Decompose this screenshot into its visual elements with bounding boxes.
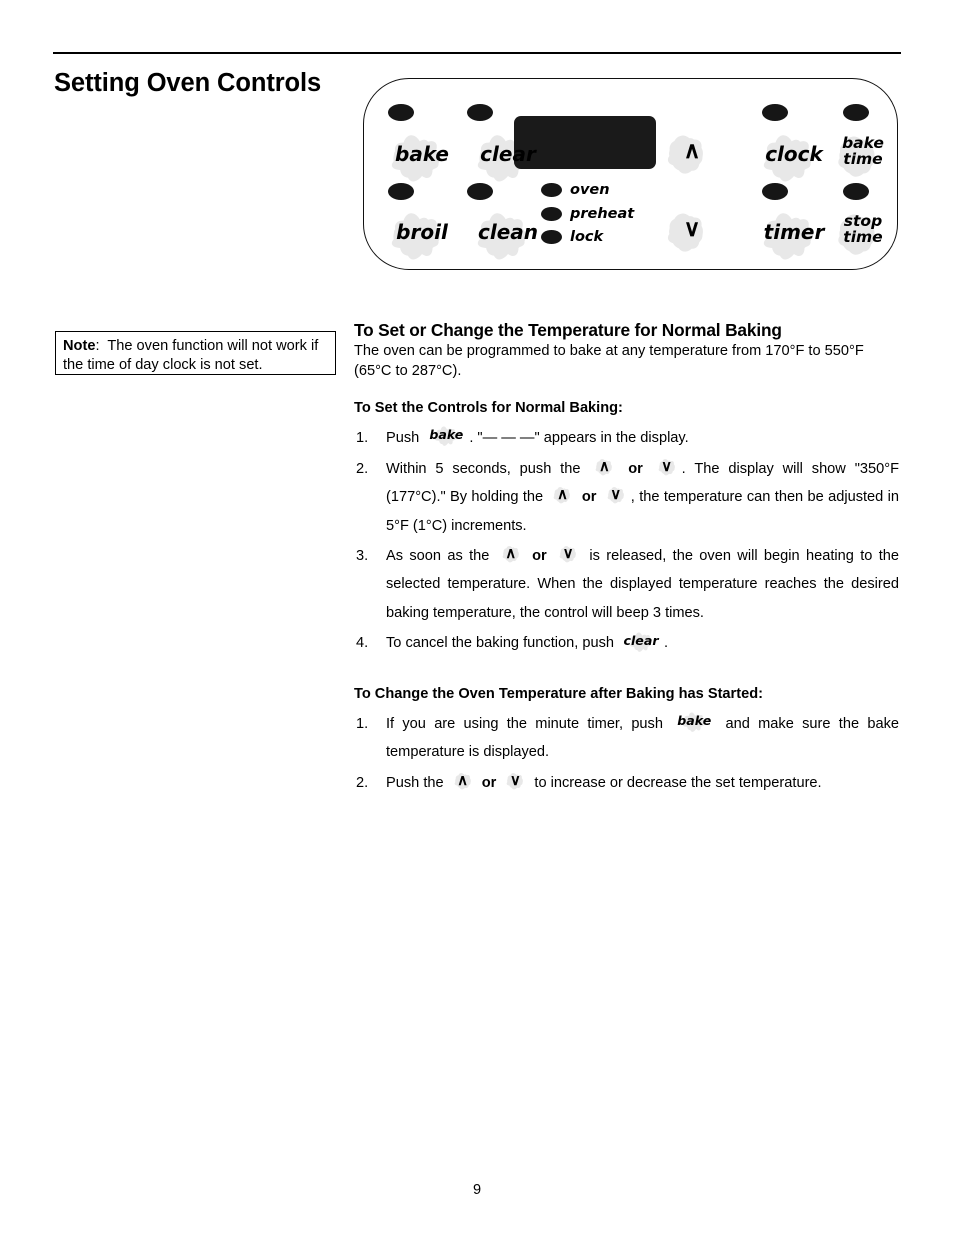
panel-key-bake-time[interactable]: bake time — [827, 121, 899, 183]
panel-key-label-broil: broil — [396, 220, 448, 244]
note-label: Note — [63, 338, 96, 354]
inline-key-down[interactable]: ∨ — [553, 546, 583, 566]
section-title: To Set or Change the Temperature for Nor… — [354, 320, 782, 340]
procedure-1-heading: To Set the Controls for Normal Baking: — [354, 400, 623, 417]
page-title: Setting Oven Controls — [54, 69, 322, 97]
indicator-label-lock: lock — [570, 229, 604, 245]
step-item: 3. As soon as the ∧ or ∨ is released, the… — [354, 542, 899, 627]
chevron-up-icon: ∧ — [683, 136, 701, 163]
step-text: Push the ∧ or ∨ to increase or decrease … — [386, 769, 899, 797]
step-item: 1. If you are using the minute timer, pus… — [354, 710, 899, 767]
inline-key-clear[interactable]: clear — [618, 631, 664, 654]
step-number: 2. — [356, 774, 369, 791]
indicator-preheat: preheat — [541, 207, 634, 222]
inline-key-bake[interactable]: bake — [423, 426, 469, 448]
inline-key-down[interactable]: ∨ — [601, 487, 631, 507]
step-item: 2. Push the ∧ or ∨ to increase or decreas… — [354, 769, 899, 797]
chevron-up-icon: ∧ — [505, 545, 517, 563]
step-number: 4. — [356, 635, 369, 652]
panel-key-label-stop-time: stop time — [843, 212, 883, 246]
step-item: 2. Within 5 seconds, push the ∧ or ∨. The… — [354, 455, 899, 540]
step-text-emphasis: or — [525, 548, 554, 565]
inline-key-up[interactable]: ∧ — [589, 459, 619, 479]
panel-key-broil[interactable]: broil — [374, 203, 470, 261]
chevron-down-icon: ∨ — [509, 771, 521, 789]
procedure-1-steps: 1. Push bake. "— — —" appears in the disp… — [354, 424, 899, 658]
led-indicator-clear — [467, 104, 493, 121]
step-text: To cancel the baking function, push clea… — [386, 629, 899, 657]
header-rule — [53, 52, 901, 54]
step-text-emphasis: or — [477, 774, 501, 791]
chevron-down-icon: ∨ — [683, 214, 701, 241]
oven-control-panel-diagram: bake clear ∧ clock bake time broil clean ∨ timer s… — [363, 78, 898, 270]
inline-key-up[interactable]: ∧ — [547, 487, 577, 507]
step-number: 3. — [356, 548, 369, 565]
step-text-emphasis: or — [577, 489, 601, 506]
step-number: 1. — [356, 715, 369, 732]
led-indicator-timer — [762, 183, 788, 200]
indicator-lamp-icon — [541, 207, 562, 222]
panel-key-up[interactable]: ∧ — [657, 121, 727, 179]
inline-key-bake[interactable]: bake — [671, 712, 717, 734]
led-indicator-clean — [467, 183, 493, 200]
procedure-2-heading: To Change the Oven Temperature after Bak… — [354, 685, 763, 702]
main-content: To Set or Change the Temperature for Nor… — [354, 320, 899, 799]
indicator-oven: oven — [541, 183, 610, 198]
inline-key-up[interactable]: ∧ — [496, 546, 526, 566]
step-item: 4. To cancel the baking function, push cl… — [354, 629, 899, 657]
step-text: Within 5 seconds, push the ∧ or ∨. The d… — [386, 457, 899, 534]
step-text: Push bake. "— — —" appears in the displa… — [386, 424, 899, 452]
led-indicator-stop-time — [843, 183, 869, 200]
panel-key-label-timer: timer — [763, 220, 825, 244]
panel-key-label-clear: clear — [480, 142, 536, 166]
note-separator: : — [95, 338, 100, 354]
chevron-up-icon: ∧ — [457, 771, 469, 789]
section-lead: The oven can be programmed to bake at an… — [354, 343, 864, 379]
panel-key-label-clock: clock — [765, 142, 823, 166]
panel-key-stop-time[interactable]: stop time — [827, 199, 899, 261]
indicator-label-oven: oven — [570, 182, 610, 198]
inline-key-down[interactable]: ∨ — [652, 459, 682, 479]
step-number: 2. — [356, 460, 369, 477]
indicator-lamp-icon — [541, 230, 562, 245]
indicator-label-preheat: preheat — [570, 206, 635, 222]
step-text: As soon as the ∧ or ∨ is released, the o… — [386, 545, 899, 621]
chevron-down-icon: ∨ — [661, 457, 673, 475]
step-item: 1. Push bake. "— — —" appears in the disp… — [354, 424, 899, 452]
step-text-emphasis: or — [619, 460, 652, 477]
panel-key-label-bake: bake — [395, 142, 449, 166]
inline-key-label: clear — [623, 632, 659, 648]
inline-key-up[interactable]: ∧ — [448, 773, 478, 793]
indicator-lamp-icon — [541, 183, 562, 198]
inline-key-down[interactable]: ∨ — [500, 773, 530, 793]
step-text: If you are using the minute timer, push … — [386, 712, 899, 761]
panel-key-label-clean: clean — [477, 220, 538, 244]
panel-key-bake[interactable]: bake — [374, 125, 470, 183]
procedure-2-steps: 1. If you are using the minute timer, pus… — [354, 710, 899, 797]
panel-key-down[interactable]: ∨ — [657, 199, 727, 257]
chevron-down-icon: ∨ — [610, 486, 622, 504]
led-indicator-broil — [388, 183, 414, 200]
led-indicator-bake-time — [843, 104, 869, 121]
led-indicator-clock — [762, 104, 788, 121]
indicator-lock: lock — [541, 230, 603, 245]
chevron-up-icon: ∧ — [556, 486, 568, 504]
inline-key-label: bake — [677, 712, 712, 728]
step-number: 1. — [356, 430, 369, 447]
page-number: 9 — [472, 1182, 482, 1198]
led-indicator-bake — [388, 104, 414, 121]
chevron-down-icon: ∨ — [562, 545, 574, 563]
panel-key-label-bake-time: bake time — [842, 134, 884, 168]
note-box: Note: The oven function will not work if… — [55, 331, 336, 375]
note-text: The oven function will not work if the t… — [63, 338, 319, 374]
inline-key-label: bake — [429, 427, 464, 443]
chevron-up-icon: ∧ — [598, 457, 610, 475]
